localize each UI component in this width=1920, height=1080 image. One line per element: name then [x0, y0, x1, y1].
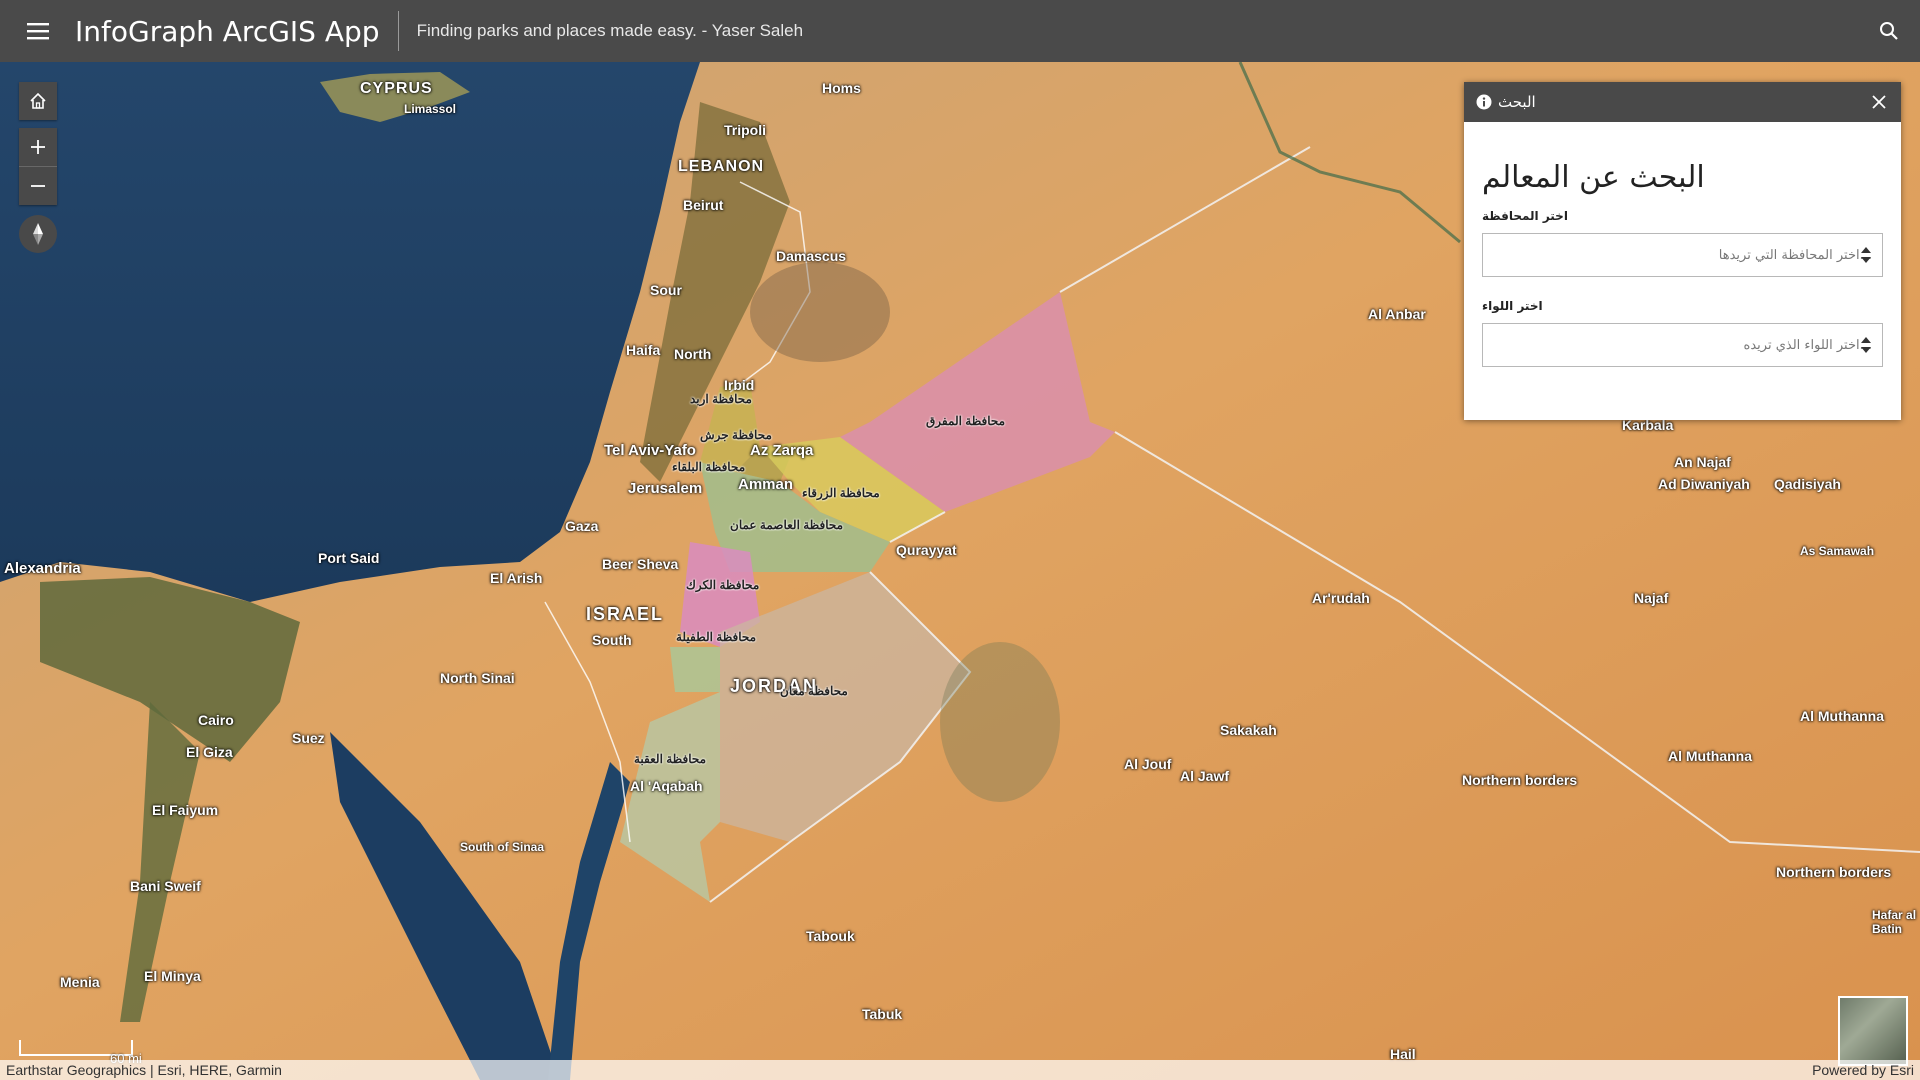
basemap-toggle[interactable] [1838, 996, 1908, 1066]
label-bani-sweif: Bani Sweif [130, 878, 201, 894]
search-panel-title: البحث [1498, 93, 1536, 111]
label-limassol: Limassol [404, 102, 457, 116]
label-irbid: Irbid [724, 377, 755, 393]
label-gov-maan: محافظة معان [780, 684, 848, 698]
label-north-sinai: North Sinai [440, 670, 515, 686]
district-select[interactable]: ...اختر اللواء الذي تريده [1482, 323, 1883, 367]
label-israel: ISRAEL [586, 604, 665, 624]
app-title: InfoGraph ArcGIS App [75, 14, 380, 48]
label-north: North [674, 346, 712, 362]
label-tel-aviv: Tel Aviv-Yafo [604, 442, 696, 459]
label-najaf: Najaf [1634, 590, 1669, 606]
label-as-samawah: As Samawah [1800, 544, 1875, 558]
label-al-aqabah: Al 'Aqabah [630, 778, 703, 794]
label-jerusalem: Jerusalem [628, 480, 703, 497]
label-gov-jerash: محافظة جرش [700, 428, 772, 442]
select-arrows-icon [1861, 337, 1871, 353]
label-al-jawf: Al Jawf [1180, 768, 1230, 784]
select-arrows-icon [1861, 247, 1871, 263]
label-menia: Menia [60, 974, 100, 990]
search-button[interactable] [1872, 14, 1906, 48]
label-gov-amman: محافظة العاصمة عمان [730, 518, 844, 532]
label-el-giza: El Giza [186, 744, 233, 760]
label-alexandria: Alexandria [4, 560, 81, 577]
label-el-minya: El Minya [144, 968, 201, 984]
label-cairo: Cairo [198, 712, 234, 728]
label-az-zarqa: Az Zarqa [750, 442, 814, 459]
app-subtitle: Finding parks and places made easy. - Ya… [416, 21, 804, 40]
label-gov-balqa: محافظة البلقاء [672, 460, 746, 474]
label-hafar-batin: Hafar al Batin [1872, 908, 1917, 936]
label-qadisiyah: Qadisiyah [1774, 476, 1841, 492]
district-placeholder: ...اختر اللواء الذي تريده [1743, 337, 1872, 353]
info-icon[interactable] [1476, 94, 1492, 110]
label-gaza: Gaza [565, 518, 599, 534]
label-al-muthanna-2: Al Muthanna [1668, 748, 1752, 764]
search-panel-heading: البحث عن المعالم [1482, 160, 1705, 195]
label-el-arish: El Arish [490, 570, 543, 586]
plus-icon [31, 140, 45, 154]
label-gov-mafraq: محافظة المفرق [926, 414, 1006, 428]
label-haifa: Haifa [626, 342, 661, 358]
label-port-said: Port Said [318, 550, 380, 566]
label-tabouk: Tabouk [806, 928, 855, 944]
zoom-in-button[interactable] [19, 128, 57, 167]
menu-button[interactable] [0, 0, 75, 62]
label-al-muthanna-1: Al Muthanna [1800, 708, 1884, 724]
governorate-placeholder: ...اختر المحافظة التي تريدها [1718, 247, 1872, 263]
district-label: اختر اللواء [1482, 299, 1543, 313]
governorate-select[interactable]: ...اختر المحافظة التي تريدها [1482, 233, 1883, 277]
close-button[interactable] [1867, 90, 1891, 114]
label-tabuk: Tabuk [862, 1006, 903, 1022]
label-northern-borders-1: Northern borders [1462, 772, 1578, 788]
governorate-label: اختر المحافظة [1482, 209, 1568, 223]
label-gov-karak: محافظة الكرك [686, 578, 760, 592]
label-el-faiyum: El Faiyum [152, 802, 219, 818]
label-gov-aqaba: محافظة العقبة [634, 752, 707, 766]
label-ad-diwaniyah: Ad Diwaniyah [1658, 476, 1750, 492]
search-panel-body: البحث عن المعالم اختر المحافظة ...اختر ا… [1464, 160, 1901, 367]
search-panel: البحث البحث عن المعالم اختر المحافظة ...… [1464, 82, 1901, 420]
label-tripoli: Tripoli [724, 122, 766, 138]
attribution-bar: Earthstar Geographics | Esri, HERE, Garm… [0, 1060, 1920, 1080]
attribution-text: Earthstar Geographics | Esri, HERE, Garm… [6, 1062, 282, 1078]
label-al-jouf: Al Jouf [1124, 756, 1172, 772]
label-qurayyat: Qurayyat [896, 542, 957, 558]
label-cyprus: CYPRUS [360, 80, 433, 97]
label-south: South [592, 632, 632, 648]
label-sakakah: Sakakah [1220, 722, 1277, 738]
label-gov-tafilah: محافظة الطفيلة [676, 630, 757, 644]
app-header: InfoGraph ArcGIS App Finding parks and p… [0, 0, 1920, 62]
powered-by-esri[interactable]: Powered by Esri [1812, 1062, 1914, 1078]
label-al-anbar: Al Anbar [1368, 306, 1426, 322]
label-northern-borders-2: Northern borders [1776, 864, 1892, 880]
search-icon [1880, 22, 1898, 40]
search-panel-header: البحث [1464, 82, 1901, 122]
label-beer-sheva: Beer Sheva [602, 556, 679, 572]
home-button[interactable] [19, 82, 57, 120]
label-an-najaf: An Najaf [1674, 454, 1731, 470]
hamburger-menu-icon [26, 23, 49, 40]
label-sour: Sour [650, 282, 682, 298]
label-arrudah: Ar'rudah [1312, 590, 1370, 606]
label-suez: Suez [292, 730, 325, 746]
label-gov-irbid: محافظة اربد [690, 392, 752, 406]
compass-button[interactable] [19, 215, 57, 253]
label-damascus: Damascus [776, 248, 847, 264]
label-gov-zarqa: محافظة الزرقاء [802, 486, 880, 500]
label-homs: Homs [822, 80, 861, 96]
label-south-of-sinaa: South of Sinaa [460, 840, 544, 854]
zoom-out-button[interactable] [19, 167, 57, 205]
home-icon [30, 92, 46, 109]
compass-icon [33, 223, 43, 245]
header-divider [397, 11, 399, 51]
close-icon [1872, 95, 1886, 109]
label-lebanon: LEBANON [678, 158, 765, 175]
minus-icon [31, 185, 45, 187]
label-beirut: Beirut [683, 197, 724, 213]
label-amman: Amman [738, 476, 794, 493]
